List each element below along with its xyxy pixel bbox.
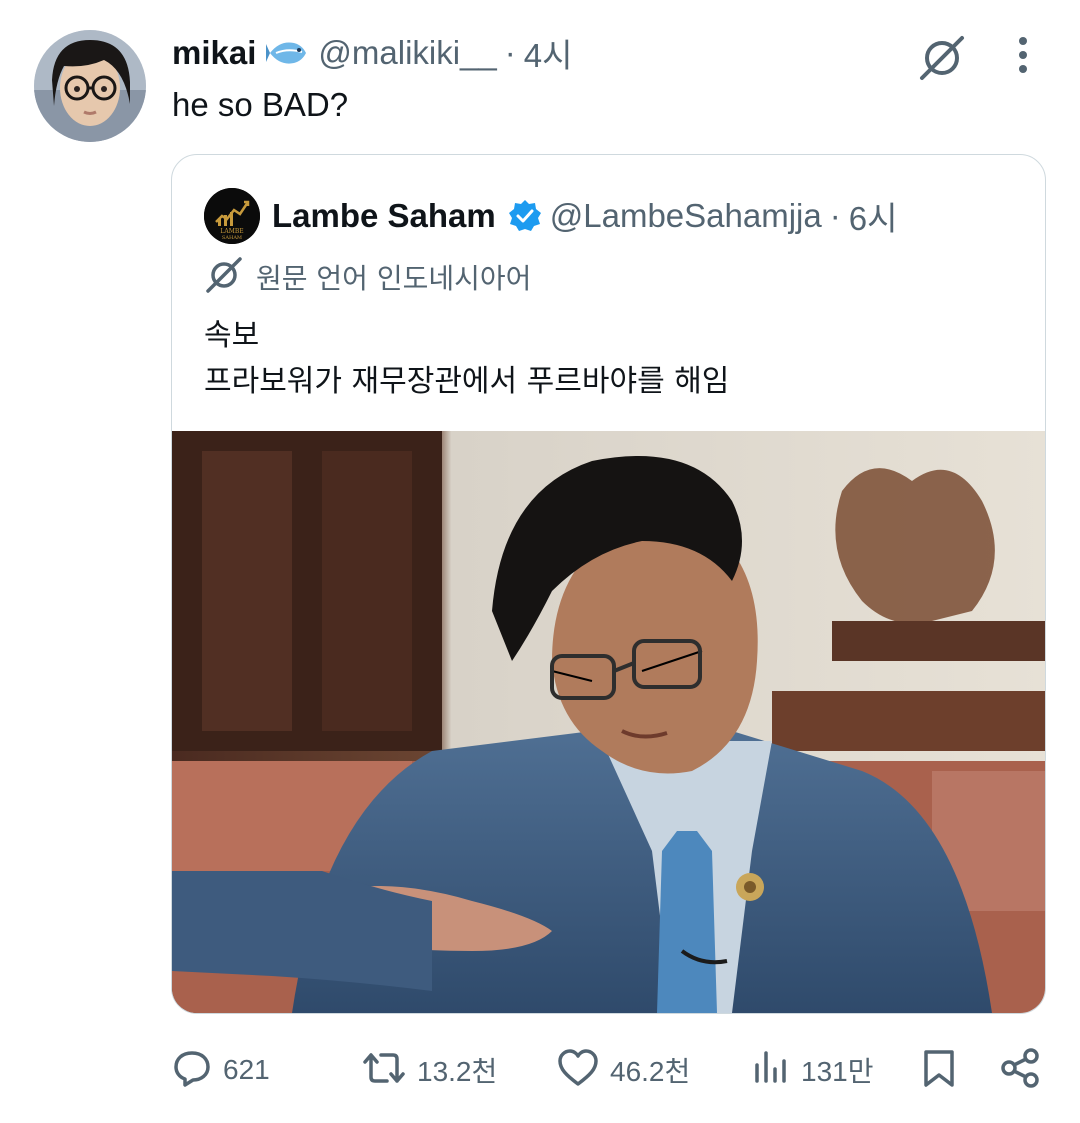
- separator-dot: ·: [504, 34, 516, 71]
- like-button[interactable]: 46.2천: [556, 1042, 690, 1098]
- views-count: 131만: [801, 1056, 874, 1087]
- post-time[interactable]: 4시: [524, 29, 573, 77]
- reply-button[interactable]: 621: [171, 1042, 270, 1098]
- share-icon: [999, 1047, 1041, 1093]
- repost-button[interactable]: 13.2천: [361, 1042, 497, 1098]
- bookmark-button[interactable]: [919, 1042, 959, 1098]
- verified-badge-icon: [508, 199, 542, 233]
- repost-count: 13.2천: [417, 1056, 498, 1087]
- quoted-author-name[interactable]: Lambe Saham: [272, 197, 496, 235]
- translated-notice: 원문 언어 인도네시아어: [204, 255, 531, 299]
- reply-icon: [171, 1047, 213, 1093]
- translated-from-label: 원문 언어 인도네시아어: [256, 262, 532, 295]
- quoted-post-image[interactable]: [172, 431, 1045, 1013]
- quoted-post-text-line: 프라보워가 재무장관에서 푸르바야를 해임: [204, 364, 730, 399]
- post-header: mikai @malikiki__ · 4시: [172, 30, 572, 76]
- quoted-post-text-line: 속보: [204, 318, 260, 353]
- translate-icon: [204, 255, 244, 299]
- fish-icon: [266, 38, 310, 68]
- author-handle[interactable]: @malikiki__: [318, 34, 496, 72]
- lambe-saham-logo: LAMBE SAHAM: [204, 188, 260, 244]
- like-count: 46.2천: [610, 1056, 691, 1087]
- author-name[interactable]: mikai: [172, 34, 256, 72]
- more-dots-icon[interactable]: [1000, 30, 1046, 80]
- share-button[interactable]: [999, 1042, 1041, 1098]
- quoted-post[interactable]: LAMBE SAHAM Lambe Saham @LambeSahamjja ·…: [171, 154, 1046, 1014]
- bookmark-icon: [919, 1047, 959, 1093]
- news-photo: [172, 431, 1045, 1013]
- quoted-post-time[interactable]: 6시: [849, 192, 898, 240]
- svg-text:SAHAM: SAHAM: [222, 235, 242, 241]
- quoted-separator-dot: ·: [829, 197, 841, 234]
- quoted-author-avatar[interactable]: LAMBE SAHAM: [204, 188, 260, 244]
- svg-text:LAMBE: LAMBE: [220, 228, 243, 235]
- quoted-post-header: Lambe Saham @LambeSahamjja · 6시: [272, 193, 897, 239]
- author-avatar[interactable]: [34, 30, 146, 142]
- post-text: he so BAD?: [172, 86, 349, 123]
- repost-icon: [361, 1047, 407, 1093]
- heart-icon: [556, 1047, 600, 1093]
- translate-icon[interactable]: [914, 30, 970, 86]
- views-button[interactable]: 131만: [751, 1042, 873, 1098]
- views-icon: [751, 1047, 791, 1093]
- avatar-image: [34, 30, 146, 142]
- quoted-author-handle[interactable]: @LambeSahamjja: [550, 197, 822, 235]
- reply-count: 621: [223, 1054, 270, 1085]
- action-bar: 621 13.2천 46.2천 131만: [171, 1042, 1046, 1098]
- quoted-post-text: 속보 프라보워가 재무장관에서 푸르바야를 해임: [204, 313, 729, 405]
